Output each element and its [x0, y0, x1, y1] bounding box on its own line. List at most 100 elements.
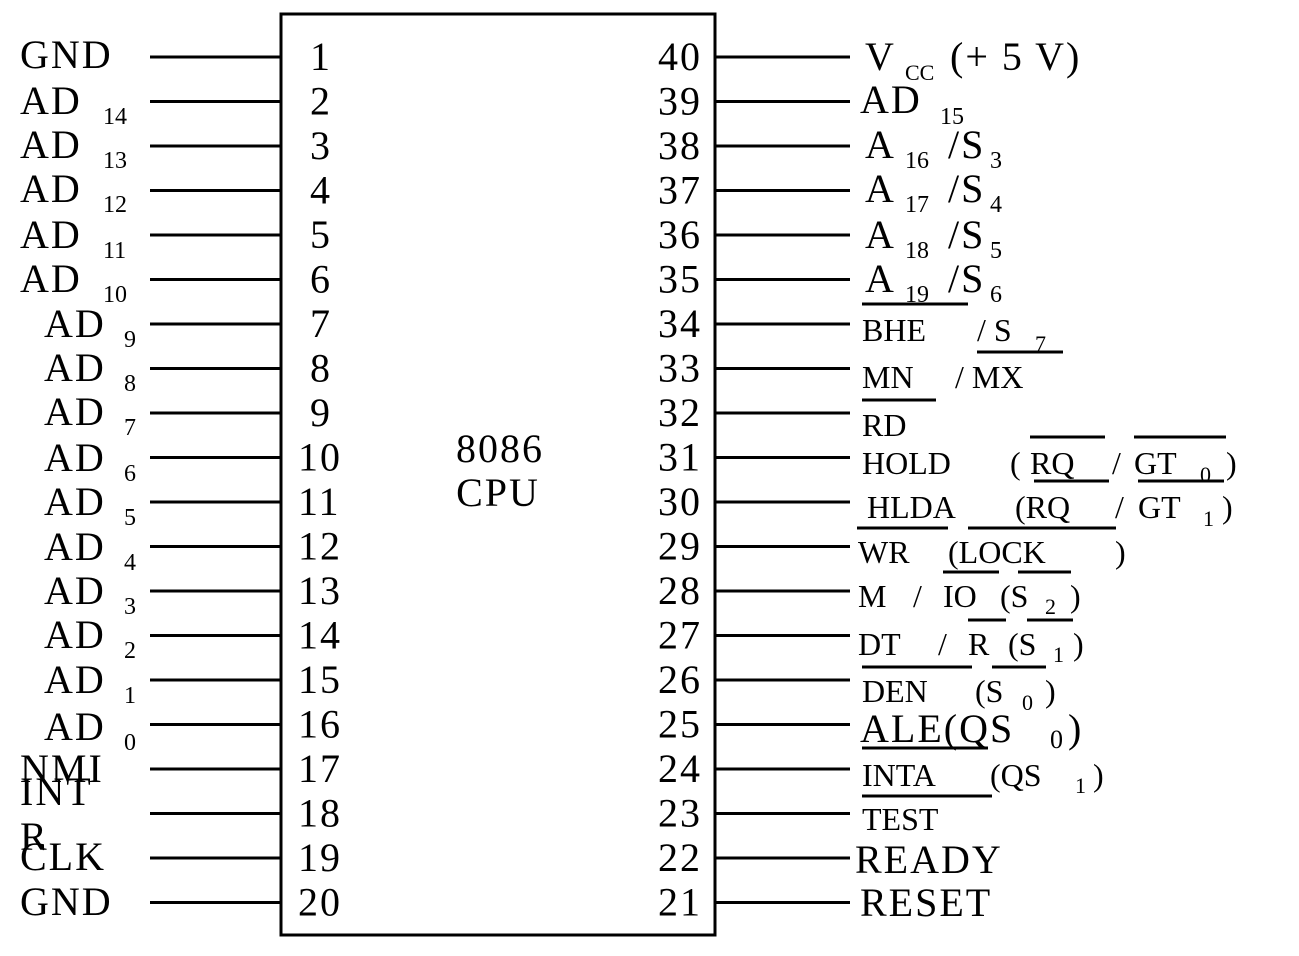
pin-label-part: GT	[1138, 489, 1181, 525]
pinout-svg: 8086 CPU 1GND2AD 143AD 134AD 125AD 116AD 107A…	[20, 12, 1237, 937]
pin-number: 31	[658, 435, 702, 480]
pin-number: 34	[658, 301, 702, 346]
pin-label-part: 5	[990, 238, 1002, 264]
pin-label: INT	[20, 769, 93, 814]
pin-number: 14	[298, 613, 342, 658]
pin-label: AD	[44, 301, 106, 346]
pin-label-part: 4	[124, 550, 136, 576]
pin-label-part: / S	[977, 312, 1012, 348]
pin-number: 28	[658, 568, 702, 613]
pin-number: 23	[658, 791, 702, 836]
pin-label-part: (RQ	[1015, 489, 1070, 525]
pin-label-part: 7	[124, 415, 136, 441]
pin-number: 9	[310, 390, 332, 435]
pin-label: ALE(QS	[860, 706, 1014, 751]
pin-label-part: )	[1070, 578, 1081, 614]
pin-label-part: 2	[124, 638, 136, 664]
pin-number: 8	[310, 346, 332, 391]
pin-label: A	[865, 256, 896, 301]
pin-number: 40	[658, 34, 702, 79]
pin-label-part: )	[1045, 673, 1056, 709]
pin-label-part: RQ	[1030, 445, 1074, 481]
pin-number: 12	[298, 524, 342, 569]
pin-label-part: R	[968, 626, 990, 662]
pin-number: 37	[658, 168, 702, 213]
pin-number: 30	[658, 479, 702, 524]
pin-number: 33	[658, 346, 702, 391]
pin-number: 17	[298, 746, 342, 791]
pin-label-part: 0	[1050, 725, 1063, 754]
chip-type: CPU	[456, 470, 540, 515]
pin-label-part: 3	[124, 594, 136, 620]
pin-label-part: /	[1115, 489, 1124, 525]
pin-label: DT	[858, 626, 901, 662]
pin-label: AD	[20, 166, 82, 211]
pin-label: AD	[44, 524, 106, 569]
pin-label-part: 5	[124, 505, 136, 531]
pin-label-part: 3	[990, 148, 1002, 174]
pin-label-part: /	[938, 626, 947, 662]
pin-label: AD	[20, 212, 82, 257]
pin-label: AD	[44, 568, 106, 613]
pin-label: RESET	[860, 880, 992, 925]
pin-label: AD	[44, 389, 106, 434]
pin-number: 13	[298, 568, 342, 613]
pin-label-part: /S	[948, 122, 985, 167]
pin-number: 27	[658, 613, 702, 658]
chip-name: 8086	[456, 426, 544, 471]
pin-number: 35	[658, 257, 702, 302]
pin-label-part: 1	[1053, 642, 1064, 667]
pin-label: AD	[44, 345, 106, 390]
pin-label: A	[865, 122, 896, 167]
pin-label-part: 6	[990, 282, 1002, 308]
pin-label: RD	[862, 407, 906, 443]
pin-number: 22	[658, 835, 702, 880]
pin-label-part: 1	[1203, 506, 1214, 531]
pin-label-part: / MX	[955, 359, 1023, 395]
pin-label: AD	[44, 435, 106, 480]
pin-label-part: 0	[1200, 462, 1211, 487]
pin-label-part: 13	[103, 148, 127, 174]
pin-number: 7	[310, 301, 332, 346]
pin-label-part: )	[1073, 626, 1084, 662]
pin-number: 16	[298, 702, 342, 747]
pin-label-part: 10	[103, 282, 127, 308]
pin-label-part: /	[913, 578, 922, 614]
pin-label: HOLD	[862, 445, 951, 481]
pin-label-part: (QS	[990, 757, 1042, 793]
pin-label-part: /S	[948, 256, 985, 301]
pin-label: GND	[20, 32, 113, 77]
pin-label-part: )	[1222, 489, 1233, 525]
pin-label: HLDA	[867, 489, 956, 525]
pin-label: INTA	[862, 757, 936, 793]
pin-label-part: 2	[1045, 594, 1056, 619]
pin-label: A	[865, 166, 896, 211]
pin-label-part: 9	[124, 327, 136, 353]
pin-label: READY	[855, 837, 1003, 882]
pin-label: V	[865, 34, 896, 79]
pin-label: DEN	[862, 673, 928, 709]
pin-label: CLK	[20, 834, 106, 879]
pin-label-part: (+ 5 V)	[950, 34, 1081, 79]
pin-label-part: 1	[1075, 773, 1086, 798]
pin-label: AD	[44, 479, 106, 524]
pin-number: 25	[658, 702, 702, 747]
pin-label: BHE	[862, 312, 926, 348]
pin-number: 32	[658, 390, 702, 435]
pin-label: M	[858, 578, 886, 614]
pin-label-part: )	[1093, 757, 1104, 793]
pin-label: AD	[44, 704, 106, 749]
pin-number: 1	[310, 34, 332, 79]
pin-label: WR	[858, 534, 910, 570]
pin-label-part: 8	[124, 371, 136, 397]
pin-label-part: /S	[948, 166, 985, 211]
pin-label: AD	[44, 657, 106, 702]
pin-number: 3	[310, 123, 332, 168]
pin-label: MN	[862, 359, 914, 395]
pin-label-part: 0	[1022, 690, 1033, 715]
pin-label: AD	[20, 78, 82, 123]
8086-pinout-diagram: 8086 CPU 1 GND 2 AD 14 3 AD 13 4 AD 12 5 AD 11 6 AD 10 7 A…	[0, 0, 1299, 956]
pin-label-part: 16	[905, 148, 929, 174]
pin-label: AD	[860, 77, 922, 122]
pin-label: TEST	[862, 801, 939, 837]
